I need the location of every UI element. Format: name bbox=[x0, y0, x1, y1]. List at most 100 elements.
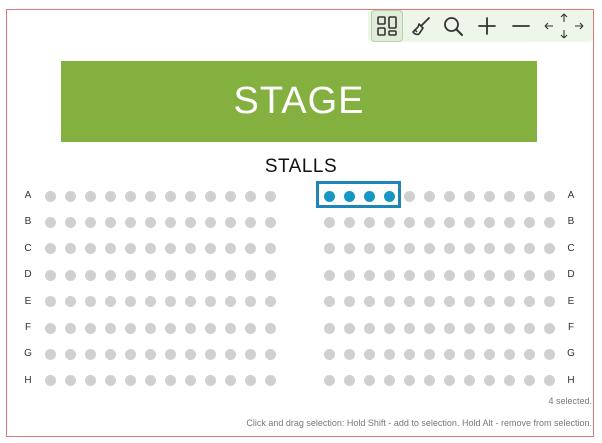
seat-d-left-1[interactable] bbox=[44, 269, 56, 281]
seat-h-left-11[interactable] bbox=[244, 375, 256, 387]
seat-a-left-3[interactable] bbox=[84, 190, 96, 202]
seat-g-left-11[interactable] bbox=[244, 348, 256, 360]
seat-c-left-1[interactable] bbox=[44, 243, 56, 255]
seat-g-right-10[interactable] bbox=[503, 348, 515, 360]
seat-c-right-1[interactable] bbox=[323, 243, 335, 255]
seat-h-left-12[interactable] bbox=[264, 375, 276, 387]
seat-h-right-11[interactable] bbox=[523, 375, 535, 387]
seat-f-right-6[interactable] bbox=[423, 322, 435, 334]
seat-e-left-5[interactable] bbox=[124, 296, 136, 308]
seat-f-left-4[interactable] bbox=[104, 322, 116, 334]
seat-e-left-3[interactable] bbox=[84, 296, 96, 308]
seat-b-left-8[interactable] bbox=[184, 216, 196, 228]
seat-f-right-12[interactable] bbox=[543, 322, 555, 334]
seat-f-left-9[interactable] bbox=[204, 322, 216, 334]
seat-a-left-9[interactable] bbox=[204, 190, 216, 202]
seat-c-right-10[interactable] bbox=[503, 243, 515, 255]
seat-f-right-1[interactable] bbox=[323, 322, 335, 334]
seat-b-right-6[interactable] bbox=[423, 216, 435, 228]
seat-d-left-2[interactable] bbox=[64, 269, 76, 281]
seat-c-right-4[interactable] bbox=[383, 243, 395, 255]
seat-f-right-7[interactable] bbox=[443, 322, 455, 334]
seat-g-left-6[interactable] bbox=[144, 348, 156, 360]
seat-d-right-9[interactable] bbox=[483, 269, 495, 281]
seat-g-right-3[interactable] bbox=[363, 348, 375, 360]
seat-a-left-10[interactable] bbox=[224, 190, 236, 202]
seat-g-right-9[interactable] bbox=[483, 348, 495, 360]
seat-a-left-12[interactable] bbox=[264, 190, 276, 202]
seat-f-left-5[interactable] bbox=[124, 322, 136, 334]
seat-f-right-10[interactable] bbox=[503, 322, 515, 334]
seat-a-left-8[interactable] bbox=[184, 190, 196, 202]
seat-e-right-9[interactable] bbox=[483, 296, 495, 308]
seat-g-right-2[interactable] bbox=[343, 348, 355, 360]
seat-a-right-9[interactable] bbox=[483, 190, 495, 202]
seat-d-right-10[interactable] bbox=[503, 269, 515, 281]
seat-h-right-6[interactable] bbox=[423, 375, 435, 387]
seat-e-right-8[interactable] bbox=[463, 296, 475, 308]
seat-d-left-11[interactable] bbox=[244, 269, 256, 281]
seat-a-left-7[interactable] bbox=[164, 190, 176, 202]
seat-c-left-8[interactable] bbox=[184, 243, 196, 255]
seat-a-right-10[interactable] bbox=[503, 190, 515, 202]
seat-d-right-7[interactable] bbox=[443, 269, 455, 281]
seat-g-right-12[interactable] bbox=[543, 348, 555, 360]
seat-f-right-3[interactable] bbox=[363, 322, 375, 334]
seat-c-left-6[interactable] bbox=[144, 243, 156, 255]
seat-a-left-11[interactable] bbox=[244, 190, 256, 202]
seat-a-right-6[interactable] bbox=[423, 190, 435, 202]
seat-d-right-8[interactable] bbox=[463, 269, 475, 281]
seat-d-right-2[interactable] bbox=[343, 269, 355, 281]
seat-c-left-2[interactable] bbox=[64, 243, 76, 255]
seat-d-right-5[interactable] bbox=[403, 269, 415, 281]
seat-g-left-2[interactable] bbox=[64, 348, 76, 360]
seat-f-left-3[interactable] bbox=[84, 322, 96, 334]
seat-c-right-9[interactable] bbox=[483, 243, 495, 255]
seat-e-right-11[interactable] bbox=[523, 296, 535, 308]
seat-h-right-10[interactable] bbox=[503, 375, 515, 387]
seat-a-right-12[interactable] bbox=[543, 190, 555, 202]
seat-g-left-4[interactable] bbox=[104, 348, 116, 360]
seat-h-right-4[interactable] bbox=[383, 375, 395, 387]
seat-e-left-7[interactable] bbox=[164, 296, 176, 308]
seat-b-right-7[interactable] bbox=[443, 216, 455, 228]
seat-e-left-6[interactable] bbox=[144, 296, 156, 308]
seat-h-right-7[interactable] bbox=[443, 375, 455, 387]
seat-b-left-4[interactable] bbox=[104, 216, 116, 228]
search-button[interactable] bbox=[438, 10, 468, 42]
seat-e-left-10[interactable] bbox=[224, 296, 236, 308]
seat-b-left-6[interactable] bbox=[144, 216, 156, 228]
seat-d-left-8[interactable] bbox=[184, 269, 196, 281]
seat-c-left-10[interactable] bbox=[224, 243, 236, 255]
seat-b-right-2[interactable] bbox=[343, 216, 355, 228]
seat-f-left-1[interactable] bbox=[44, 322, 56, 334]
seat-g-left-3[interactable] bbox=[84, 348, 96, 360]
seat-e-left-12[interactable] bbox=[264, 296, 276, 308]
seat-c-left-5[interactable] bbox=[124, 243, 136, 255]
seat-e-right-5[interactable] bbox=[403, 296, 415, 308]
seat-e-left-9[interactable] bbox=[204, 296, 216, 308]
seat-d-left-4[interactable] bbox=[104, 269, 116, 281]
seat-h-left-6[interactable] bbox=[144, 375, 156, 387]
seat-g-left-10[interactable] bbox=[224, 348, 236, 360]
seat-c-right-12[interactable] bbox=[543, 243, 555, 255]
seat-f-right-2[interactable] bbox=[343, 322, 355, 334]
seat-h-left-9[interactable] bbox=[204, 375, 216, 387]
seat-b-left-10[interactable] bbox=[224, 216, 236, 228]
seat-g-right-7[interactable] bbox=[443, 348, 455, 360]
seat-b-left-1[interactable] bbox=[44, 216, 56, 228]
seat-b-right-11[interactable] bbox=[523, 216, 535, 228]
seat-e-right-7[interactable] bbox=[443, 296, 455, 308]
seat-b-left-3[interactable] bbox=[84, 216, 96, 228]
zoom-in-button[interactable] bbox=[472, 10, 502, 42]
seat-a-right-8[interactable] bbox=[463, 190, 475, 202]
seat-h-left-10[interactable] bbox=[224, 375, 236, 387]
seat-f-left-7[interactable] bbox=[164, 322, 176, 334]
seat-b-right-10[interactable] bbox=[503, 216, 515, 228]
seat-h-right-12[interactable] bbox=[543, 375, 555, 387]
seat-h-right-1[interactable] bbox=[323, 375, 335, 387]
seat-e-right-2[interactable] bbox=[343, 296, 355, 308]
seat-e-right-1[interactable] bbox=[323, 296, 335, 308]
seat-c-left-7[interactable] bbox=[164, 243, 176, 255]
seat-e-left-1[interactable] bbox=[44, 296, 56, 308]
